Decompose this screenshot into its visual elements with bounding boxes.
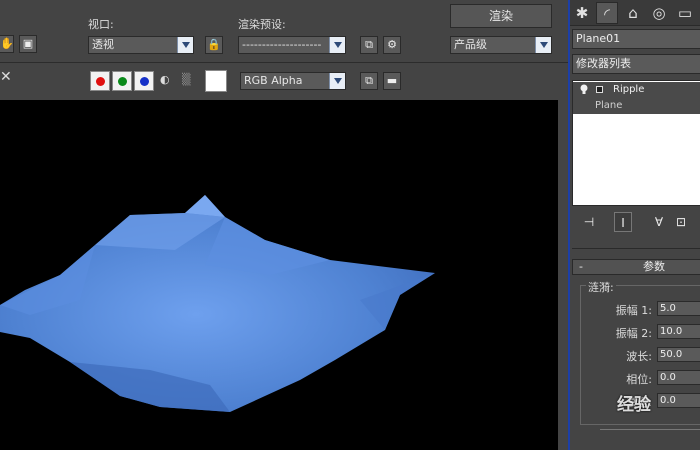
command-panel-tabs: ✱ ◜ ⌂ ◎ ▭ — [570, 0, 700, 26]
chevron-down-icon[interactable] — [329, 73, 345, 89]
print-icon[interactable]: ▬ — [383, 72, 401, 90]
color-swatch[interactable] — [205, 70, 227, 92]
blue-channel-icon — [140, 77, 149, 86]
phase-label: 相位: — [626, 373, 652, 386]
stack-toolbar: ⊣ I ∀ ⊡ — [572, 210, 700, 234]
wavelength-label: 波长: — [626, 350, 652, 363]
region-icon[interactable]: ▣ — [19, 35, 37, 53]
lock-icon[interactable]: 🔒 — [205, 36, 223, 54]
stack-item-ripple[interactable]: Ripple — [573, 82, 700, 98]
collapse-icon[interactable]: - — [579, 260, 583, 274]
parameters-rollout: - 参数 涟漪: 振幅 1: 5.0 振幅 2: 10.0 波长: 50.0 相… — [572, 248, 700, 448]
rollout-divider — [600, 429, 700, 430]
red-channel-icon — [96, 77, 105, 86]
decay-input[interactable]: 0.0 — [657, 393, 700, 408]
wavelength-input[interactable]: 50.0 — [657, 347, 700, 362]
render-preset-dropdown[interactable]: -------------------- — [238, 36, 346, 54]
amplitude1-label: 振幅 1: — [615, 304, 652, 317]
motion-tab-icon[interactable]: ◎ — [648, 2, 670, 24]
stack-item-plane[interactable]: Plane — [573, 98, 700, 114]
pin-stack-icon[interactable]: ⊣ — [580, 212, 598, 232]
stack-item-label: Ripple — [613, 84, 645, 95]
render-button[interactable]: 渲染 — [450, 4, 552, 28]
save-preset-icon[interactable]: ⧉ — [360, 36, 378, 54]
gear-icon[interactable]: ⚙ — [383, 36, 401, 54]
render-viewport[interactable] — [0, 100, 558, 450]
render-preset-value: -------------------- — [242, 38, 322, 51]
rendered-ripple-mesh — [0, 195, 435, 412]
render-frame-window: ✋ ▣ 视口: 透视 🔒 渲染预设: -------------------- … — [0, 0, 568, 450]
rollout-header[interactable]: - 参数 — [572, 259, 700, 275]
alpha-channel-icon[interactable]: ◐ — [160, 73, 170, 86]
object-name-field[interactable]: Plane01 — [572, 29, 700, 49]
group-label: 涟漪: — [586, 279, 616, 295]
amplitude1-input[interactable]: 5.0 — [657, 301, 700, 316]
modifier-list-dropdown[interactable]: 修改器列表 — [572, 54, 700, 74]
quality-value: 产品级 — [454, 38, 487, 51]
viewport-dropdown[interactable]: 透视 — [88, 36, 194, 54]
chevron-down-icon[interactable] — [535, 37, 551, 53]
make-unique-icon[interactable]: ∀ — [650, 212, 668, 232]
modifier-stack[interactable]: Ripple Plane — [572, 80, 700, 206]
hand-icon[interactable]: ✋ — [0, 35, 14, 53]
viewport-label: 视口: — [88, 18, 114, 31]
viewport-border — [558, 100, 568, 450]
render-toolbar-channels: ✕ ◐ ▒ RGB Alpha ⧉ ▬ — [0, 62, 568, 98]
phase-input[interactable]: 0.0 — [657, 370, 700, 385]
red-channel-toggle[interactable] — [90, 71, 110, 91]
watermark-text: 经验 — [617, 395, 651, 415]
blue-channel-toggle[interactable] — [134, 71, 154, 91]
rollout-title: 参数 — [643, 260, 665, 273]
remove-modifier-icon[interactable]: ⊡ — [672, 212, 690, 232]
green-channel-icon — [118, 77, 127, 86]
viewport-value: 透视 — [92, 38, 114, 51]
render-preset-label: 渲染预设: — [238, 18, 286, 31]
expand-box-icon[interactable] — [596, 86, 603, 93]
close-icon[interactable]: ✕ — [0, 69, 12, 85]
display-tab-icon[interactable]: ▭ — [674, 2, 696, 24]
chevron-down-icon[interactable] — [177, 37, 193, 53]
hierarchy-tab-icon[interactable]: ⌂ — [622, 2, 644, 24]
channel-dropdown[interactable]: RGB Alpha — [240, 72, 346, 90]
command-panel: ✱ ◜ ⌂ ◎ ▭ Plane01 修改器列表 Ripple Plane ⊣ I… — [568, 0, 700, 450]
chevron-down-icon[interactable] — [329, 37, 345, 53]
amplitude2-label: 振幅 2: — [615, 327, 652, 340]
modify-tab-icon[interactable]: ◜ — [596, 2, 618, 24]
create-tab-icon[interactable]: ✱ — [571, 2, 593, 24]
render-toolbar-top: ✋ ▣ 视口: 透视 🔒 渲染预设: -------------------- … — [0, 0, 568, 62]
channel-value: RGB Alpha — [244, 74, 303, 87]
quality-dropdown[interactable]: 产品级 — [450, 36, 552, 54]
clone-window-icon[interactable]: ⧉ — [360, 72, 378, 90]
amplitude2-input[interactable]: 10.0 — [657, 324, 700, 339]
mono-icon[interactable]: ▒ — [182, 73, 190, 86]
show-end-result-icon[interactable]: I — [614, 212, 632, 232]
green-channel-toggle[interactable] — [112, 71, 132, 91]
lightbulb-icon[interactable] — [580, 84, 588, 95]
